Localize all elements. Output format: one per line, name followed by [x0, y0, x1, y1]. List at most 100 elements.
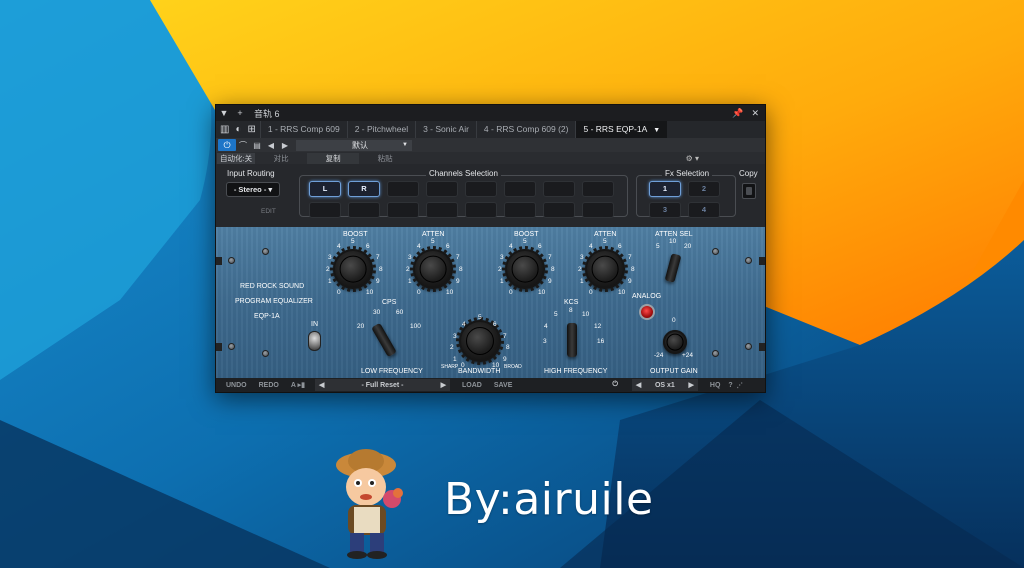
- channel-slot[interactable]: [387, 202, 419, 218]
- meter-icon[interactable]: ◐: [235, 124, 241, 135]
- channel-slot[interactable]: [465, 202, 497, 218]
- load-button[interactable]: LOAD: [450, 382, 488, 389]
- channel-slot[interactable]: [348, 202, 380, 218]
- eq-faceplate: RED ROCK SOUND PROGRAM EQUALIZER EQP-1A …: [216, 227, 765, 378]
- paste-settings-button[interactable]: 粘贴: [359, 153, 411, 164]
- low-boost-knob[interactable]: [330, 246, 376, 292]
- high-frequency-lever[interactable]: [567, 323, 577, 357]
- atten-sel-tick: 5: [656, 243, 660, 250]
- channel-slot[interactable]: [543, 181, 575, 197]
- tab-rrs-comp-609[interactable]: 1 - RRS Comp 609: [259, 121, 347, 138]
- prev-preset-icon[interactable]: ◀: [264, 141, 278, 150]
- ab-compare-button[interactable]: A ▸▮: [285, 381, 311, 389]
- channel-slot[interactable]: [504, 202, 536, 218]
- copy-channel-button[interactable]: [742, 183, 756, 199]
- dial-tick: 5: [603, 238, 607, 245]
- os-value: OS x1: [654, 381, 675, 389]
- tab-dropdown-icon[interactable]: ▼: [653, 127, 660, 134]
- dial-tick: 1: [580, 278, 584, 285]
- dial-tick: 5: [523, 238, 527, 245]
- tab-rrs-eqp-1a[interactable]: 5 - RRS EQP-1A ▼: [575, 121, 668, 138]
- channel-slot[interactable]: [543, 202, 575, 218]
- ab-label: A: [290, 382, 296, 389]
- low-frequency-lever[interactable]: [371, 322, 397, 358]
- dial-tick: 2: [406, 266, 410, 273]
- os-next-icon[interactable]: ▶: [689, 381, 694, 389]
- sidechain-icon[interactable]: ⌒: [236, 140, 250, 151]
- low-frequency-label: LOW FREQUENCY: [361, 368, 423, 375]
- low-atten-knob[interactable]: [410, 246, 456, 292]
- atten-sel-lever[interactable]: [664, 253, 682, 283]
- analog-label: ANALOG: [632, 293, 662, 300]
- channel-slot[interactable]: [582, 202, 614, 218]
- output-tick: -24: [654, 352, 664, 359]
- resize-grip-icon[interactable]: ⋰: [735, 382, 745, 389]
- close-icon[interactable]: ✕: [751, 108, 759, 119]
- high-boost-knob[interactable]: [502, 246, 548, 292]
- channel-slot[interactable]: [582, 181, 614, 197]
- dial-tick: 1: [408, 278, 412, 285]
- output-gain-knob[interactable]: [663, 330, 687, 354]
- dial-tick: 6: [493, 321, 497, 328]
- tab-sonic-air[interactable]: 3 - Sonic Air: [415, 121, 476, 138]
- in-toggle-switch[interactable]: [308, 331, 321, 351]
- high-atten-knob[interactable]: [582, 246, 628, 292]
- preset-file-icon[interactable]: ▤: [250, 141, 264, 150]
- dial-tick: 2: [578, 266, 582, 273]
- tab-pitchwheel[interactable]: 2 - Pitchwheel: [346, 121, 415, 138]
- hq-button[interactable]: HQ: [698, 382, 727, 389]
- routing-icon[interactable]: ⊞: [248, 124, 256, 135]
- fx-1-button[interactable]: 1: [649, 181, 681, 197]
- low-boost-label: BOOST: [343, 231, 368, 238]
- dial-tick: 3: [453, 333, 457, 340]
- dial-tick: 2: [450, 344, 454, 351]
- channel-r-button[interactable]: R: [348, 181, 380, 197]
- in-label: IN: [311, 321, 318, 328]
- fx-4-button[interactable]: 4: [688, 202, 720, 218]
- dial-tick: 8: [506, 344, 510, 351]
- channel-slot[interactable]: [426, 181, 458, 197]
- save-button[interactable]: SAVE: [488, 382, 519, 389]
- dial-tick: 8: [551, 266, 555, 273]
- power-knob-icon[interactable]: ⏻: [606, 381, 624, 389]
- add-plugin-icon[interactable]: +: [232, 108, 248, 118]
- channel-slot[interactable]: [309, 202, 341, 218]
- undo-button[interactable]: UNDO: [216, 382, 253, 389]
- preset-select[interactable]: 默认 ▼: [296, 139, 412, 151]
- analog-lamp-button[interactable]: [639, 304, 655, 320]
- channel-slot[interactable]: [504, 181, 536, 197]
- compare-button[interactable]: 对比: [255, 153, 307, 164]
- fx-2-button[interactable]: 2: [688, 181, 720, 197]
- next-preset-icon[interactable]: ▶: [441, 381, 446, 389]
- dial-tick: 10: [446, 289, 454, 296]
- channel-slot[interactable]: [426, 202, 458, 218]
- bars-icon[interactable]: ▥: [220, 124, 229, 135]
- next-preset-icon[interactable]: ▶: [278, 141, 292, 150]
- redo-button[interactable]: REDO: [253, 382, 285, 389]
- dial-tick: 9: [376, 278, 380, 285]
- plugin-window: ▼ + 音轨 6 📌 ✕ ▥ ◐ ⊞ 1 - RRS Comp 609 2 - …: [215, 104, 766, 393]
- screw-icon: [745, 257, 752, 264]
- dial-tick: 8: [631, 266, 635, 273]
- edit-label[interactable]: EDIT: [261, 208, 276, 215]
- copy-settings-button[interactable]: 复制: [307, 152, 360, 164]
- help-button[interactable]: ?: [726, 382, 734, 389]
- menu-caret-icon[interactable]: ▼: [216, 108, 232, 118]
- channel-slot[interactable]: [465, 181, 497, 197]
- channel-slot[interactable]: [387, 181, 419, 197]
- dial-tick: 4: [417, 243, 421, 250]
- os-prev-icon[interactable]: ◀: [636, 381, 641, 389]
- oversampling-selector[interactable]: ◀ OS x1 ▶: [631, 379, 698, 391]
- prev-preset-icon[interactable]: ◀: [319, 381, 324, 389]
- fx-3-button[interactable]: 3: [649, 202, 681, 218]
- gear-icon[interactable]: ⚙ ▾: [686, 154, 699, 163]
- power-icon[interactable]: ⏻: [218, 139, 236, 151]
- dial-tick: 0: [417, 289, 421, 296]
- preset-navigator[interactable]: ◀ - Full Reset - ▶: [314, 379, 450, 391]
- tab-rrs-comp-609-2[interactable]: 4 - RRS Comp 609 (2): [475, 121, 576, 138]
- channel-l-button[interactable]: L: [309, 181, 341, 197]
- input-routing-select[interactable]: - Stereo - ▾: [226, 182, 280, 197]
- channels-selection-label: Channels Selection: [426, 169, 501, 178]
- pin-icon[interactable]: 📌: [732, 108, 743, 119]
- automation-toggle[interactable]: 自动化:关: [217, 152, 256, 164]
